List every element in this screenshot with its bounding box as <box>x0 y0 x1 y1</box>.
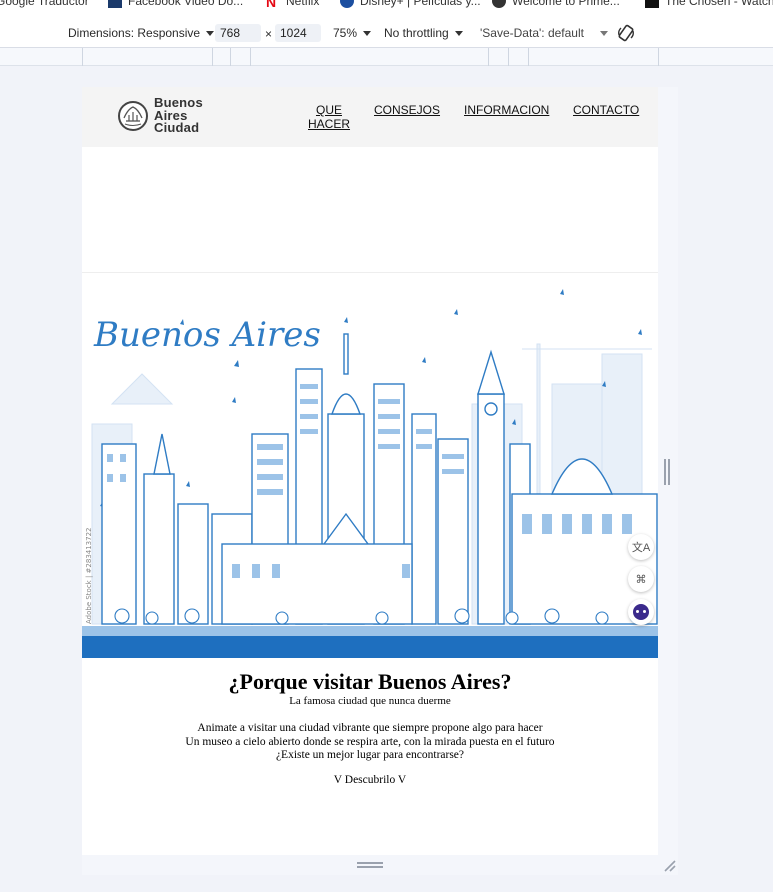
ruler-segment[interactable] <box>528 48 529 66</box>
rotate-icon <box>618 24 634 42</box>
chevron-down-icon <box>599 30 608 36</box>
nav-link-informacion[interactable]: INFORMACION <box>464 103 549 117</box>
page-title: ¿Porque visitar Buenos Aires? <box>228 669 512 694</box>
logo-line: Ciudad <box>154 120 200 135</box>
facebook-icon <box>108 0 122 8</box>
intro-paragraph: Un museo a cielo abierto donde se respir… <box>185 735 555 748</box>
chosen-icon <box>645 0 659 8</box>
height-input[interactable]: 1024 <box>275 24 321 42</box>
disney-icon <box>340 0 354 8</box>
header-spacer <box>82 147 658 273</box>
translate-button[interactable]: 文A <box>628 534 654 560</box>
resize-handle-right[interactable] <box>664 459 670 485</box>
robot-icon <box>633 604 649 620</box>
ruler-segment[interactable] <box>488 48 489 66</box>
intro-section: ¿Porque visitar Buenos Aires? La famosa … <box>82 669 658 787</box>
media-query-ruler <box>0 48 773 66</box>
hero-image: Buenos Aires Adobe Stock | #283413722 <box>82 274 658 658</box>
site-logo[interactable]: Buenos Aires Ciudad <box>118 96 203 135</box>
bookmark-label: The Chosen - Watch... <box>665 0 773 8</box>
nav-link-label: HACER <box>308 117 351 131</box>
chevron-down-icon <box>454 30 463 36</box>
grid-icon: ⌘ <box>635 573 647 586</box>
discover-link[interactable]: V Descubrilo V <box>82 774 658 788</box>
times-sign: × <box>265 27 272 41</box>
bookmark-google-traductor[interactable]: Google Traductor <box>0 0 89 8</box>
buenos-aires-skyline-illustration: Buenos Aires Adobe Stock | #283413722 <box>82 274 658 658</box>
bookmark-netflix[interactable]: N Netflix <box>266 0 320 10</box>
ruler-segment[interactable] <box>250 48 251 66</box>
ruler-segment[interactable] <box>230 48 231 66</box>
site-header: Buenos Aires Ciudad QUE HACER CONSEJOS I… <box>82 87 658 147</box>
ruler-segment[interactable] <box>658 48 659 66</box>
ruler-segment[interactable] <box>508 48 509 66</box>
hero-title-text: Buenos Aires <box>93 315 321 355</box>
save-data-value: 'Save-Data': default <box>480 26 584 40</box>
bookmarks-bar: Google Traductor Facebook Video Do... N … <box>0 0 773 18</box>
dimensions-dropdown[interactable]: Dimensions: Responsive <box>68 26 215 40</box>
intro-paragraph: ¿Existe un mejor lugar para encontrarse? <box>275 749 465 761</box>
bookmark-label: Netflix <box>286 0 320 8</box>
times-text: × <box>265 27 273 41</box>
width-value: 768 <box>220 26 241 40</box>
ruler-segment[interactable] <box>212 48 213 66</box>
resize-handle-bottom[interactable] <box>357 862 383 868</box>
bookmark-disney[interactable]: Disney+ | Películas y... <box>340 0 481 8</box>
bookmark-label: Disney+ | Películas y... <box>360 0 481 8</box>
city-seal-icon <box>118 100 148 131</box>
extension-button[interactable]: ⌘ <box>628 566 654 592</box>
resize-corner-icon[interactable] <box>662 858 676 872</box>
bookmark-prime[interactable]: Welcome to Prime... <box>492 0 620 8</box>
bookmark-label: Facebook Video Do... <box>128 0 244 8</box>
ruler-segment[interactable] <box>82 48 83 66</box>
chevron-down-icon <box>363 30 372 36</box>
netflix-icon: N <box>266 0 277 10</box>
logo-text: Buenos Aires Ciudad <box>154 96 203 135</box>
nav-link-que-hacer[interactable]: QUE HACER <box>308 103 350 131</box>
emulated-viewport: Buenos Aires Ciudad QUE HACER CONSEJOS I… <box>82 87 658 855</box>
rotate-button[interactable] <box>616 23 636 43</box>
page-subtitle: La famosa ciudad que nunca duerme <box>289 695 451 707</box>
hero-watermark-text: Adobe Stock | #283413722 <box>85 528 93 625</box>
intro-paragraph: Animate a visitar una ciudad vibrante qu… <box>197 722 543 734</box>
assistant-button[interactable] <box>628 599 654 625</box>
throttling-dropdown[interactable]: No throttling <box>384 26 463 40</box>
nav-link-contacto[interactable]: CONTACTO <box>573 103 639 117</box>
bookmark-label: Google Traductor <box>0 0 89 8</box>
device-toolbar: Dimensions: Responsive 768 × 1024 75% No… <box>0 18 773 48</box>
throttling-value: No throttling <box>384 26 449 40</box>
bookmark-facebook-video[interactable]: Facebook Video Do... <box>108 0 243 8</box>
height-value: 1024 <box>280 26 307 40</box>
chevron-down-icon <box>206 30 215 36</box>
bookmark-label: Welcome to Prime... <box>512 0 620 8</box>
dimensions-label: Dimensions: Responsive <box>68 26 201 40</box>
nav-link-label: QUE <box>315 103 342 117</box>
prime-icon <box>492 0 506 8</box>
nav-link-consejos[interactable]: CONSEJOS <box>374 103 440 117</box>
bookmark-the-chosen[interactable]: The Chosen - Watch... <box>645 0 773 8</box>
save-data-dropdown[interactable]: 'Save-Data': default <box>480 26 608 40</box>
zoom-value: 75% <box>333 26 358 40</box>
zoom-dropdown[interactable]: 75% <box>333 26 372 40</box>
translate-icon: 文A <box>631 542 651 554</box>
width-input[interactable]: 768 <box>215 24 261 42</box>
